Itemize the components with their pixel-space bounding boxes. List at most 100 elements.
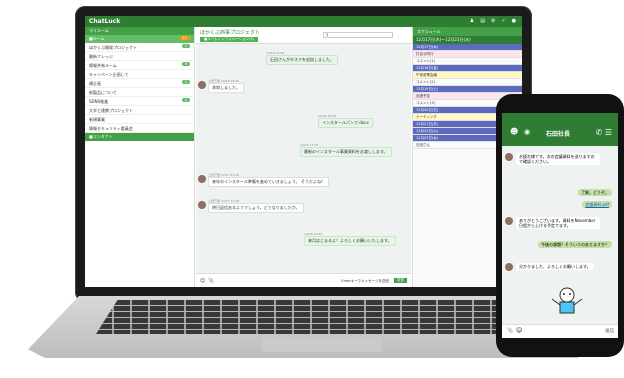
phone-title: 石田社長 xyxy=(546,131,571,138)
phone-message-text: ありがとうございます。資料をNovember日程から上げる予定でます。 xyxy=(516,217,600,230)
phone-message: 了解。どうぞ。 xyxy=(578,189,612,197)
phone-header: ☻ ◉ 石田社長 ✆ ☰ xyxy=(502,113,618,146)
avatar[interactable] xyxy=(198,175,206,183)
sidebar-item[interactable]: 最新ナレッジ xyxy=(85,52,194,61)
avatar[interactable] xyxy=(198,81,206,89)
sidebar-item[interactable]: キャンペーン企画して xyxy=(85,70,194,79)
chat-message: 12/16 15:56 石田さんがタスクを追加しました。 xyxy=(266,51,338,65)
sidebar-item[interactable]: 情報セキュリティ委員会 xyxy=(85,124,194,133)
app-logo: ChatLuck xyxy=(89,18,121,25)
phone-message-text[interactable]: 会議資料.pdf xyxy=(582,201,612,209)
menu-icon[interactable]: ☰ xyxy=(605,128,612,137)
settings-icon[interactable]: ⚙ xyxy=(491,18,495,24)
message-text: 承知しました。 xyxy=(208,83,244,93)
room-info-tag[interactable]: ■ルームインフォメーション(3) xyxy=(200,37,258,42)
sidebar-item[interactable]: 横企画 1 xyxy=(85,79,194,88)
sidebar-item-label: 情報共有ルーム xyxy=(89,63,117,68)
message-text: 来月はじまるよ！よろしくお願いいたします。 xyxy=(304,236,396,246)
phone-header-icons: ✆ ☰ xyxy=(596,128,612,137)
avatar[interactable] xyxy=(505,263,513,271)
phone-screen: ☻ ◉ 石田社長 ✆ ☰ お疲れ様です。次の会議資料を送りますので確認ください。… xyxy=(502,113,618,338)
attach-icon[interactable]: 📎 xyxy=(208,278,214,284)
laptop-trackpad xyxy=(262,338,382,352)
calendar-icon[interactable]: ▤ xyxy=(480,18,485,24)
user-icon[interactable]: ♟ xyxy=(470,18,474,24)
sidebar-item-label: 最新ナレッジ xyxy=(89,54,113,59)
sidebar-item[interactable]: 新製品について xyxy=(85,88,194,97)
emoji-icon[interactable]: ☺ xyxy=(200,278,205,284)
sidebar-footer[interactable]: ■コンタクト xyxy=(85,133,194,141)
composer-label: Enterキーでメッセージを送信 xyxy=(341,279,389,283)
calendar-day[interactable]: コメント(1) xyxy=(413,58,522,65)
message-text: 来年のインスタール準備を進めていきましょう。 そうだよね？ xyxy=(208,177,329,187)
calendar-day[interactable]: コメント(2) xyxy=(413,79,522,86)
message-text: 明日返信あるようでしょう。どうなりましたか。 xyxy=(208,203,304,213)
chat-message: 上田万里 12/17 11:48 明日返信あるようでしょう。どうなりましたか。 xyxy=(198,199,304,213)
sidebar-item-label: SDNS推進 xyxy=(89,99,109,104)
sidebar-item-label: 新規事業 xyxy=(89,117,105,122)
search-input[interactable]: ⚲ xyxy=(323,32,393,38)
phone-send-button[interactable]: 送信 xyxy=(605,328,614,334)
chat-message: 上田万里 12/17 11:45 来年のインスタール準備を進めていきましょう。 そ… xyxy=(198,173,329,187)
calendar-day[interactable]: 12月18日(金) xyxy=(413,65,522,72)
sidebar-item-label: キャンペーン企画して xyxy=(89,72,129,77)
top-icons: ♟ ▤ ⚙ ✓ ● xyxy=(470,18,516,24)
avatar-icon: ☻ xyxy=(510,127,519,136)
avatar[interactable] xyxy=(505,153,513,161)
sidebar-item-badge: 9 xyxy=(181,62,190,66)
sidebar-item-badge: 1 xyxy=(181,98,190,102)
sidebar-item[interactable]: 新規事業 xyxy=(85,115,194,124)
laptop-keyboard-rows xyxy=(96,300,526,334)
phone-message-text: お疲れ様です。次の会議資料を送りますので確認ください。 xyxy=(516,153,600,166)
sticker-image xyxy=(551,287,583,314)
phone-message: ありがとうございます。資料をNovember日程から上げる予定でます。 xyxy=(505,217,600,230)
schedule-header: スケジュール xyxy=(413,27,522,36)
top-bar: ChatLuck ♟ ▤ ⚙ ✓ ● xyxy=(85,16,522,27)
chat-message: 12/18 10:20 来月はじまるよ！よろしくお願いいたします。 xyxy=(304,232,396,246)
phone-composer[interactable]: 📎 ☺ 送信 xyxy=(502,324,618,338)
sidebar-item-badge: 1 xyxy=(181,80,190,84)
sidebar-item-label: 情報セキュリティ委員会 xyxy=(89,126,133,131)
check-icon[interactable]: ✓ xyxy=(501,18,505,24)
chat-main: ほかくぶ商事プロジェクト ■ルームインフォメーション(3) ⚲ 12/16 15… xyxy=(196,27,411,287)
avatar[interactable] xyxy=(198,201,206,209)
sidebar-section-rooms[interactable]: ■ルーム 11 xyxy=(85,35,194,43)
sidebar-item-badge: 2 xyxy=(181,44,190,48)
sidebar-section-badge: 11 xyxy=(179,36,190,40)
emoji-icon[interactable]: ☺ xyxy=(516,327,522,334)
sidebar-item[interactable]: 大学と連携プロジェクト xyxy=(85,106,194,115)
sidebar-item[interactable]: SDNS推進 1 xyxy=(85,97,194,106)
sidebar: マイルーム ■ルーム 11 ほかくぶ開発プロジェクト 2 最新ナレッジ 情報共有ルーム… xyxy=(85,27,195,287)
sidebar-section-label: ■ルーム xyxy=(89,36,105,41)
sidebar-item-label: 新製品について xyxy=(89,90,117,95)
calendar-day[interactable]: 12月19日(土) xyxy=(413,86,522,93)
account-icon[interactable]: ● xyxy=(512,18,516,24)
chat-message: 12/16 16:30 インスタールパンフ.docx xyxy=(318,114,373,128)
phone-message: お疲れ様です。次の会議資料を送りますので確認ください。 xyxy=(505,153,600,166)
phone-call-icon[interactable]: ✆ xyxy=(596,128,603,137)
calendar-day[interactable]: 12月17日(木) xyxy=(413,44,522,51)
sidebar-header[interactable]: マイルーム xyxy=(85,27,194,35)
sidebar-item-label: 横企画 xyxy=(89,81,101,86)
chat-header: ほかくぶ商事プロジェクト ■ルームインフォメーション(3) ⚲ xyxy=(196,27,411,44)
sidebar-item[interactable]: ほかくぶ開発プロジェクト 2 xyxy=(85,43,194,52)
sidebar-item-label: ほかくぶ開発プロジェクト xyxy=(89,45,137,50)
phone-message-text: 了解。どうぞ。 xyxy=(578,189,612,197)
calendar-day[interactable]: 午後営業会議 xyxy=(413,72,522,79)
calendar-range: 12月17日(木)～12月23日(水) xyxy=(413,36,522,44)
phone-message-text: 今後の課題？そういうのありますか？ xyxy=(538,241,612,249)
message-text: 最新のインスタール事業資料をお渡しします。 xyxy=(300,147,392,157)
avatar[interactable] xyxy=(505,217,513,225)
attach-icon[interactable]: 📎 xyxy=(507,328,513,334)
sidebar-items: ほかくぶ開発プロジェクト 2 最新ナレッジ 情報共有ルーム 9 キャンペーン企画して 横企画… xyxy=(85,43,194,133)
calendar-day[interactable]: 打合せ同行 xyxy=(413,51,522,58)
phone-message: 分かりました、よろしくお願いします。 xyxy=(505,263,600,271)
composer[interactable]: ☺ 📎 Enterキーでメッセージを送信 送信 xyxy=(196,273,411,287)
send-button[interactable]: 送信 xyxy=(394,278,407,283)
chat-message: 12/16 17:10 最新のインスタール事業資料をお渡しします。 xyxy=(300,143,392,157)
message-text: 石田さんがタスクを追加しました。 xyxy=(266,55,338,65)
sidebar-item[interactable]: 情報共有ルーム 9 xyxy=(85,61,194,70)
phone-message-text: 分かりました、よろしくお願いします。 xyxy=(516,263,594,271)
phone-message: 今後の課題？そういうのありますか？ xyxy=(538,241,612,249)
chat-message: 上田万里 12/16 16:00 承知しました。 xyxy=(198,79,244,93)
